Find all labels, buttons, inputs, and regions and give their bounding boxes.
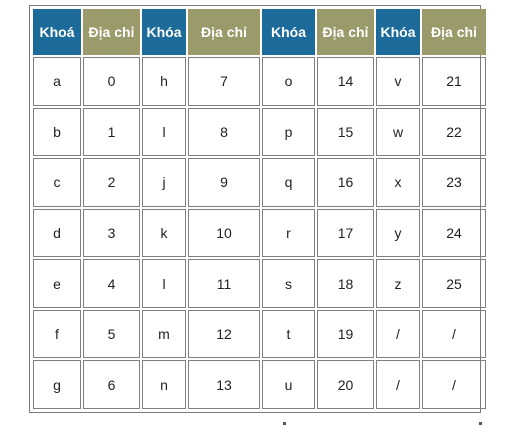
key-cell: t	[262, 309, 315, 359]
table-row: b 1 l 8 p 15 w 22	[33, 107, 486, 157]
key-cell: j	[142, 158, 186, 207]
header-key: Khóa	[262, 9, 315, 55]
key-cell: c	[33, 158, 81, 207]
address-cell: 23	[422, 158, 486, 207]
table-row: e 4 l 11 s 18 z 25	[33, 259, 486, 308]
address-cell: 12	[188, 309, 260, 359]
address-cell: /	[422, 309, 486, 359]
address-cell: 13	[188, 360, 260, 409]
key-cell: d	[33, 208, 81, 258]
key-cell: /	[376, 360, 420, 409]
key-address-table: Khoá Địa chỉ Khóa Địa chỉ Khóa Địa chỉ K…	[31, 7, 488, 411]
key-cell: f	[33, 309, 81, 359]
key-cell: b	[33, 107, 81, 157]
table-row: g 6 n 13 u 20//	[33, 360, 486, 409]
key-cell: n	[142, 360, 186, 409]
key-cell: s	[262, 259, 315, 308]
bottom-mark	[283, 422, 286, 425]
header-key: Khoá	[33, 9, 81, 55]
header-key: Khóa	[376, 9, 420, 55]
address-cell: 2	[83, 158, 140, 207]
key-cell: v	[376, 57, 420, 106]
key-cell: e	[33, 259, 81, 308]
table-row: d 3 k 10 r 17 y 24	[33, 208, 486, 258]
address-cell: 19	[317, 309, 374, 359]
key-address-table-frame: Khoá Địa chỉ Khóa Địa chỉ Khóa Địa chỉ K…	[29, 5, 486, 413]
address-cell: 6	[83, 360, 140, 409]
address-cell: 20	[317, 360, 374, 409]
address-cell: 7	[188, 57, 260, 106]
address-cell: 17	[317, 208, 374, 258]
header-address: Địa chỉ	[188, 9, 260, 55]
address-cell: 8	[188, 107, 260, 157]
address-cell: 10	[188, 208, 260, 258]
table-body: a 0 h 7 o 14 v 21 b 1 l 8 p 15 w 22 c 2 j 9 q 16 x 23 d 3 k 10 r 17 y 2…	[33, 57, 486, 409]
address-cell: 25	[422, 259, 486, 308]
table-row: a 0 h 7 o 14 v 21	[33, 57, 486, 106]
bottom-mark	[479, 422, 482, 425]
key-cell: y	[376, 208, 420, 258]
key-cell: a	[33, 57, 81, 106]
address-cell: 0	[83, 57, 140, 106]
key-cell: m	[142, 309, 186, 359]
key-cell: h	[142, 57, 186, 106]
address-cell: 15	[317, 107, 374, 157]
address-cell: 5	[83, 309, 140, 359]
header-key: Khóa	[142, 9, 186, 55]
address-cell: 1	[83, 107, 140, 157]
key-cell: u	[262, 360, 315, 409]
address-cell: 24	[422, 208, 486, 258]
key-cell: g	[33, 360, 81, 409]
key-cell: x	[376, 158, 420, 207]
address-cell: 14	[317, 57, 374, 106]
header-address: Địa chỉ	[422, 9, 486, 55]
address-cell: 3	[83, 208, 140, 258]
header-address: Địa chỉ	[83, 9, 140, 55]
address-cell: 9	[188, 158, 260, 207]
key-cell: o	[262, 57, 315, 106]
header-address: Địa chỉ	[317, 9, 374, 55]
address-cell: /	[422, 360, 486, 409]
key-cell: k	[142, 208, 186, 258]
key-cell: l	[142, 259, 186, 308]
address-cell: 18	[317, 259, 374, 308]
address-cell: 16	[317, 158, 374, 207]
key-cell: w	[376, 107, 420, 157]
table-row: f 5 m 12 t 19//	[33, 309, 486, 359]
table-row: c 2 j 9 q 16 x 23	[33, 158, 486, 207]
key-cell: z	[376, 259, 420, 308]
header-row: Khoá Địa chỉ Khóa Địa chỉ Khóa Địa chỉ K…	[33, 9, 486, 55]
address-cell: 21	[422, 57, 486, 106]
address-cell: 22	[422, 107, 486, 157]
key-cell: /	[376, 309, 420, 359]
address-cell: 4	[83, 259, 140, 308]
key-cell: p	[262, 107, 315, 157]
key-cell: r	[262, 208, 315, 258]
key-cell: l	[142, 107, 186, 157]
key-cell: q	[262, 158, 315, 207]
address-cell: 11	[188, 259, 260, 308]
